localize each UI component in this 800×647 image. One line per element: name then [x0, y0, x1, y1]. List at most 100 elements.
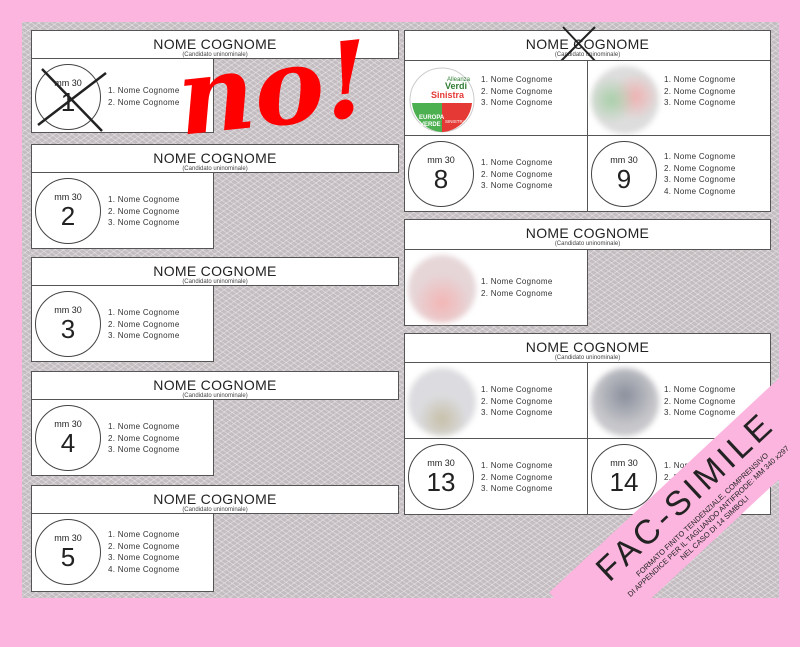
candidate-list: 1. Nome Cognome 2. Nome Cognome 3. Nome Co… — [481, 158, 553, 193]
svg-text:EUROPA: EUROPA — [419, 115, 445, 121]
symbol-circle: mm 30 9 — [591, 141, 657, 207]
candidate-header-3: NOME COGNOME (Candidato uninominale) — [31, 257, 399, 286]
list-cell-2[interactable]: mm 30 2 1. Nome Cognome 2. Nome Cognome 3. N… — [31, 172, 214, 249]
text-label: 1. Nome Cognome — [481, 277, 553, 286]
blurred-logo — [408, 368, 476, 436]
text-label: 3. Nome Cognome — [481, 484, 553, 493]
text-label: 2. Nome Cognome — [108, 433, 180, 443]
text-label: NOME COGNOME — [153, 377, 277, 393]
text-label: 1. Nome Cognome — [108, 530, 180, 539]
text-label: 8 — [433, 164, 449, 194]
text-label: 2. Nome Cognome — [108, 97, 180, 107]
text-label: NOME COGNOME — [153, 150, 277, 166]
symbol-circle: mm 30 5 — [35, 519, 101, 585]
candidate-header-2: NOME COGNOME (Candidato uninominale) — [31, 144, 399, 173]
text-label: 2. Nome Cognome — [481, 472, 553, 482]
text-label: 3. Nome Cognome — [664, 98, 736, 107]
text-label: 1. Nome Cognome — [664, 75, 736, 84]
symbol-circle: mm 30 8 — [408, 141, 474, 207]
list-cell-4[interactable]: mm 30 4 1. Nome Cognome 2. Nome Cognome 3. N… — [31, 399, 214, 476]
text-label: 13 — [426, 467, 456, 497]
text-label: 3. Nome Cognome — [108, 331, 180, 340]
text-label: 2. Nome Cognome — [664, 86, 736, 96]
candidate-list: 1. Nome Cognome 2. Nome Cognome 3. Nome Co… — [664, 152, 736, 198]
text-label: 1. Nome Cognome — [664, 152, 736, 161]
list-cell-8[interactable]: mm 30 8 1. Nome Cognome 2. Nome Cognome 3. N… — [404, 135, 588, 212]
text-label: 2 — [60, 201, 76, 231]
candidate-list: 1. Nome Cognome 2. Nome Cognome 3. Nome Co… — [481, 461, 553, 496]
list-cell-3[interactable]: mm 30 3 1. Nome Cognome 2. Nome Cognome 3. N… — [31, 285, 214, 362]
list-cell-avs[interactable]: Alleanza Verdi Sinistra EUROPA VERDE SINISTRA… — [404, 60, 588, 136]
text-label: 2. Nome Cognome — [481, 288, 553, 298]
text-label: NOME COGNOME — [153, 491, 277, 507]
text-label: 5 — [60, 542, 76, 572]
candidate-list: 1. Nome Cognome 2. Nome Cognome 3. Nome Co… — [481, 75, 553, 110]
list-cell-9[interactable]: mm 30 9 1. Nome Cognome 2. Nome Cognome 3. N… — [587, 135, 771, 212]
text-label: 4 — [60, 428, 76, 458]
text-label: 2. Nome Cognome — [108, 541, 180, 551]
text-label: 3. Nome Cognome — [108, 553, 180, 562]
text-label: NOME COGNOME — [525, 225, 650, 241]
text-label: 1. Nome Cognome — [481, 158, 553, 167]
text-label: 2. Nome Cognome — [108, 206, 180, 216]
candidate-list: 1. Nome Cognome 2. Nome Cognome — [108, 86, 180, 109]
candidate-header-5: NOME COGNOME (Candidato uninominale) — [31, 485, 399, 514]
no-overlay: no! — [172, 28, 376, 138]
text-label: 9 — [616, 164, 632, 194]
text-label: 4. Nome Cognome — [664, 186, 736, 196]
text-label: 1. Nome Cognome — [108, 195, 180, 204]
text-label: (Candidato uninominale) — [554, 241, 621, 247]
cross-mark-icon — [37, 68, 107, 132]
text-label: 3. Nome Cognome — [481, 408, 553, 417]
text-label: 3. Nome Cognome — [664, 408, 736, 417]
text-label: 1. Nome Cognome — [108, 422, 180, 431]
text-label: (Candidato uninominale) — [554, 355, 621, 361]
candidate-list: 1. Nome Cognome 2. Nome Cognome 3. Nome Co… — [481, 385, 553, 420]
candidate-header-6: NOME COGNOME (Candidato uninominale) — [404, 26, 771, 64]
text-label: NOME COGNOME — [525, 339, 650, 355]
text-label: 14 — [609, 467, 639, 497]
svg-text:SINISTRA: SINISTRA — [445, 119, 466, 124]
blurred-logo — [591, 66, 659, 134]
text-label: no! — [172, 28, 376, 138]
text-label: 3 — [60, 314, 76, 344]
text-label: 1. Nome Cognome — [664, 385, 736, 394]
symbol-circle: mm 30 2 — [35, 178, 101, 244]
blurred-logo — [591, 368, 659, 436]
text-label: 2. Nome Cognome — [664, 396, 736, 406]
candidate-list: 1. Nome Cognome 2. Nome Cognome 3. Nome Co… — [664, 75, 736, 110]
list-cell-5[interactable]: mm 30 5 1. Nome Cognome 2. Nome Cognome 3. N… — [31, 513, 214, 592]
candidate-header-8: NOME COGNOME (Candidato uninominale) — [404, 333, 771, 363]
text-label: 3. Nome Cognome — [481, 98, 553, 107]
text-label: 3. Nome Cognome — [108, 218, 180, 227]
symbol-circle: mm 30 13 — [408, 444, 474, 510]
blurred-logo — [408, 255, 476, 323]
text-label: 2. Nome Cognome — [481, 396, 553, 406]
text-label: 1. Nome Cognome — [481, 75, 553, 84]
text-label: 4. Nome Cognome — [108, 564, 180, 574]
candidate-header-7: NOME COGNOME (Candidato uninominale) — [404, 219, 771, 250]
symbol-circle: mm 30 4 — [35, 405, 101, 471]
text-label: 2. Nome Cognome — [108, 319, 180, 329]
candidate-list: 1. Nome Cognome 2. Nome Cognome 3. Nome Co… — [108, 422, 180, 457]
text-label: 1. Nome Cognome — [108, 308, 180, 317]
list-cell-blurred-3[interactable]: 1. Nome Cognome 2. Nome Cognome 3. Nome Co… — [404, 362, 588, 439]
cross-mark-icon — [558, 26, 598, 64]
svg-text:Sinistra: Sinistra — [431, 90, 465, 100]
symbol-circle: mm 30 3 — [35, 291, 101, 357]
text-label: NOME COGNOME — [153, 263, 277, 279]
candidate-list: 1. Nome Cognome 2. Nome Cognome 3. Nome Co… — [108, 530, 180, 576]
text-label: 1. Nome Cognome — [481, 461, 553, 470]
candidate-header-4: NOME COGNOME (Candidato uninominale) — [31, 371, 399, 400]
text-label: 2. Nome Cognome — [481, 86, 553, 96]
text-label: 2. Nome Cognome — [664, 163, 736, 173]
list-cell-blurred-2[interactable]: 1. Nome Cognome 2. Nome Cognome — [404, 249, 588, 326]
candidate-list: 1. Nome Cognome 2. Nome Cognome — [481, 277, 553, 300]
list-cell-blurred-1[interactable]: 1. Nome Cognome 2. Nome Cognome 3. Nome Co… — [587, 60, 771, 136]
text-label: 2. Nome Cognome — [481, 169, 553, 179]
list-cell-13[interactable]: mm 30 13 1. Nome Cognome 2. Nome Cognome 3. … — [404, 438, 588, 515]
candidate-list: 1. Nome Cognome 2. Nome Cognome 3. Nome Co… — [664, 385, 736, 420]
text-label: 3. Nome Cognome — [481, 181, 553, 190]
text-label: 3. Nome Cognome — [108, 445, 180, 454]
text-label: 1. Nome Cognome — [108, 86, 180, 95]
